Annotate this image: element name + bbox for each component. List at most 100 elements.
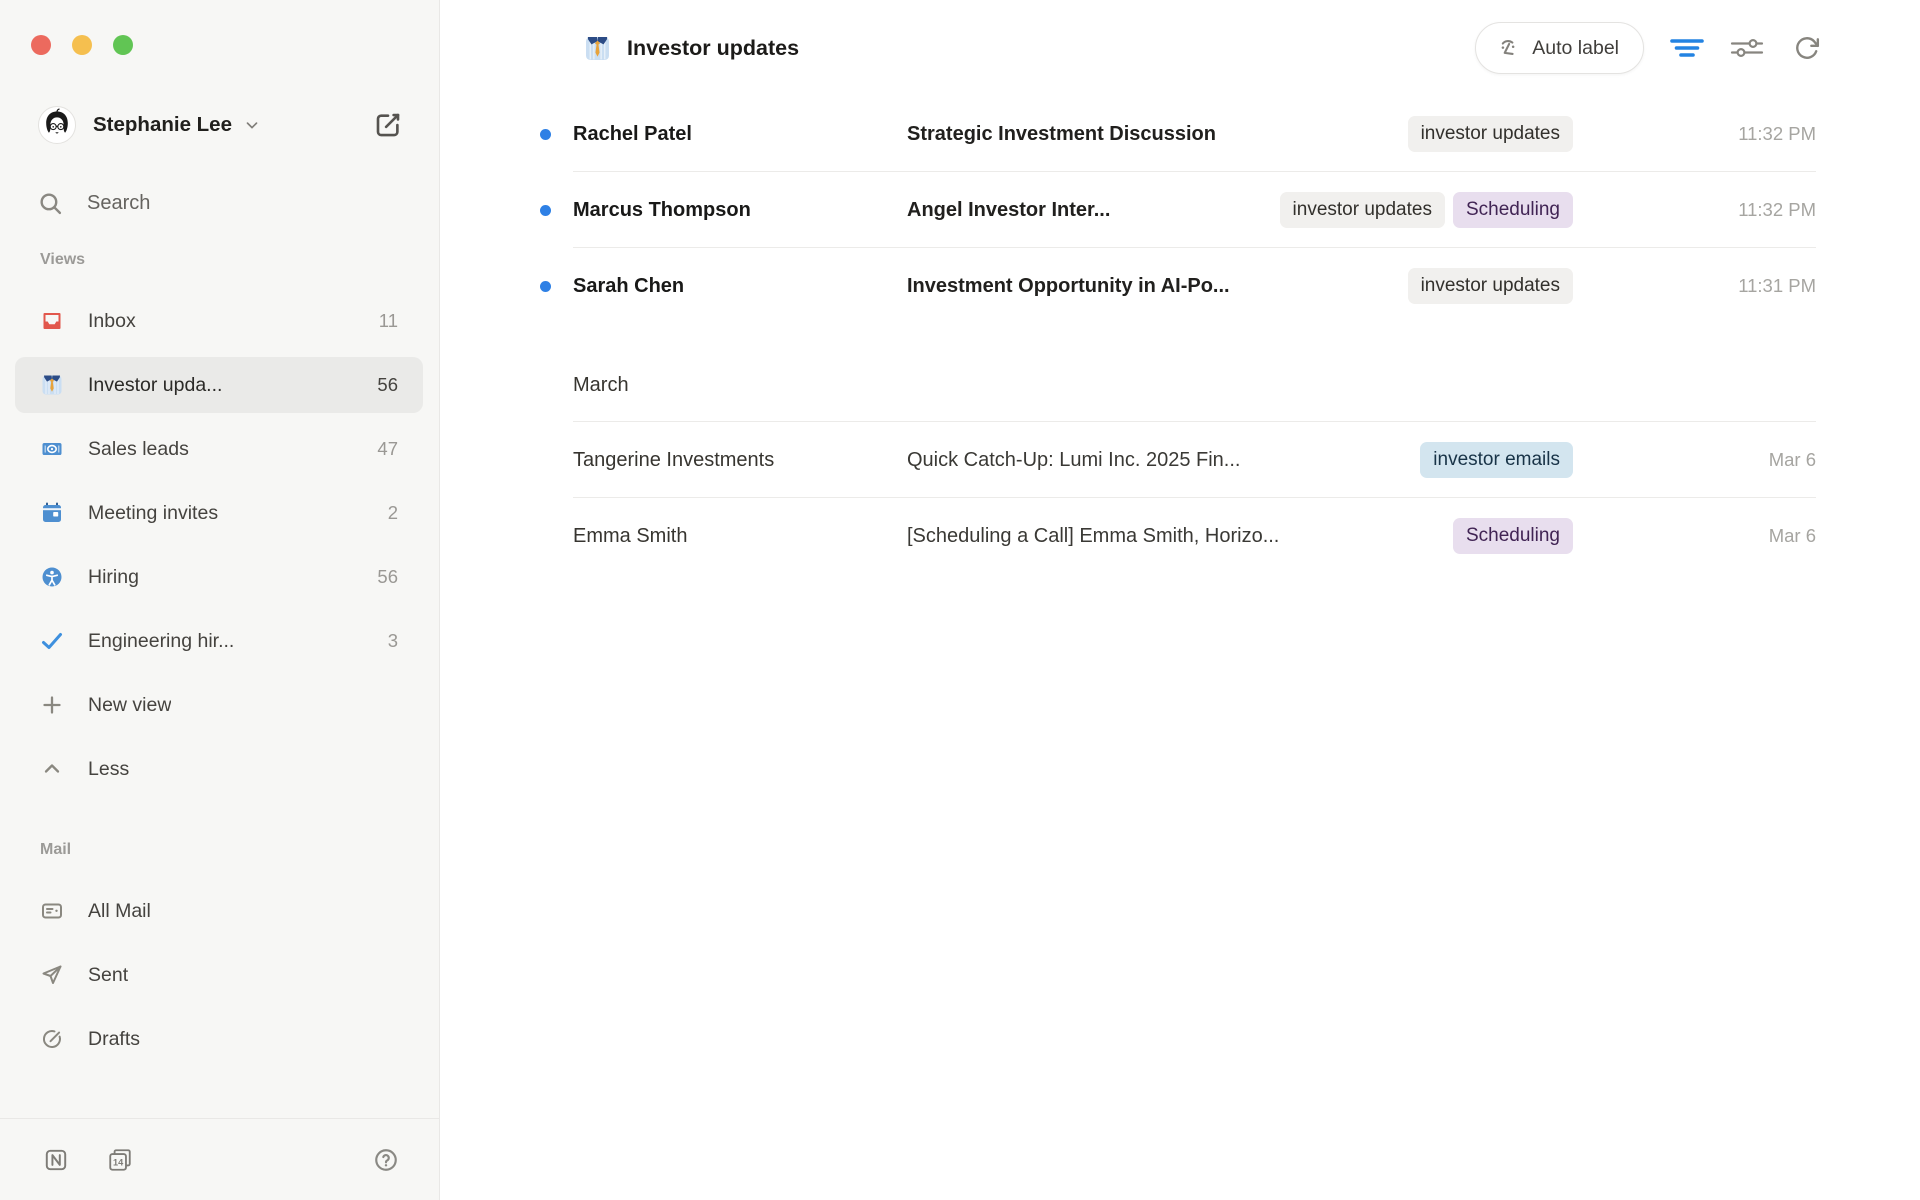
mail-list-pane: Investor updates Auto label Rachel Patel…: [440, 0, 1920, 1200]
sidebar-item-count: 2: [388, 502, 398, 524]
email-tag[interactable]: investor emails: [1420, 442, 1573, 478]
sidebar-item-label: Engineering hir...: [88, 630, 234, 653]
chevron-up-icon: [40, 757, 64, 781]
avatar: [38, 106, 76, 144]
plus-icon: [40, 693, 64, 717]
sidebar-item-label: Sent: [88, 964, 128, 987]
sidebar-item-label: Sales leads: [88, 438, 189, 461]
view-header: Investor updates Auto label: [440, 0, 1920, 96]
email-subject: [Scheduling a Call] Emma Smith, Horizo..…: [907, 525, 1453, 548]
sidebar-item-label: Inbox: [88, 310, 136, 333]
email-time: 11:31 PM: [1573, 275, 1816, 297]
sidebar: Stephanie Lee Search Views Inbox 11 Inve…: [0, 0, 440, 1200]
email-row[interactable]: Rachel Patel Strategic Investment Discus…: [440, 96, 1920, 172]
sidebar-item-less[interactable]: Less: [15, 741, 423, 797]
email-tags: Scheduling: [1453, 518, 1573, 554]
sidebar-item-engineering-hir[interactable]: Engineering hir... 3: [15, 613, 423, 669]
email-sender: Tangerine Investments: [573, 449, 907, 472]
sidebar-item-count: 11: [379, 310, 398, 332]
close-window-button[interactable]: [31, 35, 51, 55]
zoom-window-button[interactable]: [113, 35, 133, 55]
sidebar-item-sales-leads[interactable]: Sales leads 47: [15, 421, 423, 477]
sidebar-item-count: 56: [377, 566, 398, 588]
email-time: 11:32 PM: [1573, 199, 1816, 221]
sidebar-item-new-view[interactable]: New view: [15, 677, 423, 733]
date-group-label: March: [573, 374, 1816, 422]
sidebar-item-drafts[interactable]: Drafts: [15, 1011, 423, 1067]
sidebar-item-hiring[interactable]: Hiring 56: [15, 549, 423, 605]
email-tag[interactable]: investor updates: [1408, 268, 1573, 304]
sidebar-item-investor-upda[interactable]: Investor upda... 56: [15, 357, 423, 413]
necktie-icon: [40, 373, 64, 397]
auto-label-face-icon: [1495, 36, 1520, 61]
email-tags: investor emails: [1420, 442, 1573, 478]
email-row[interactable]: Marcus Thompson Angel Investor Inter... …: [440, 172, 1920, 248]
email-list: Rachel Patel Strategic Investment Discus…: [440, 96, 1920, 1200]
sidebar-item-label: All Mail: [88, 900, 151, 923]
account-switcher[interactable]: Stephanie Lee: [38, 96, 403, 154]
inbox-icon: [40, 309, 64, 333]
email-sender: Marcus Thompson: [573, 199, 907, 222]
email-subject: Angel Investor Inter...: [907, 199, 1280, 222]
email-time: Mar 6: [1573, 525, 1816, 547]
minimize-window-button[interactable]: [72, 35, 92, 55]
svg-text:14: 14: [113, 1157, 124, 1167]
email-tags: investor updatesScheduling: [1280, 192, 1573, 228]
unread-dot: [540, 281, 551, 292]
email-row[interactable]: Emma Smith [Scheduling a Call] Emma Smit…: [440, 498, 1920, 574]
sent-icon: [40, 963, 64, 987]
display-settings-button[interactable]: [1730, 34, 1764, 62]
necktie-icon: [583, 34, 612, 63]
chevron-down-icon: [243, 116, 261, 134]
all-mail-icon: [40, 899, 64, 923]
notion-logo-icon[interactable]: [43, 1147, 69, 1173]
email-subject: Quick Catch-Up: Lumi Inc. 2025 Fin...: [907, 449, 1420, 472]
sidebar-item-count: 47: [377, 438, 398, 460]
search-icon: [38, 191, 63, 216]
sidebar-item-count: 3: [388, 630, 398, 652]
email-sender: Sarah Chen: [573, 275, 907, 298]
email-subject: Investment Opportunity in AI-Po...: [907, 275, 1408, 298]
check-icon: [40, 629, 64, 653]
refresh-button[interactable]: [1790, 34, 1824, 62]
sidebar-item-inbox[interactable]: Inbox 11: [15, 293, 423, 349]
search-label: Search: [87, 192, 150, 215]
email-sender: Emma Smith: [573, 525, 907, 548]
sidebar-section-label: Views: [40, 250, 439, 270]
sidebar-item-all-mail[interactable]: All Mail: [15, 883, 423, 939]
notion-calendar-icon[interactable]: 14: [107, 1147, 133, 1173]
search-button[interactable]: Search: [38, 181, 403, 225]
sidebar-item-count: 56: [377, 374, 398, 396]
sidebar-sections: Views Inbox 11 Investor upda... 56 Sales…: [0, 250, 439, 1075]
money-icon: [40, 437, 64, 461]
email-tag[interactable]: Scheduling: [1453, 192, 1573, 228]
sidebar-item-sent[interactable]: Sent: [15, 947, 423, 1003]
email-tags: investor updates: [1408, 116, 1573, 152]
window-controls: [31, 35, 133, 55]
notion-mail-window: Stephanie Lee Search Views Inbox 11 Inve…: [0, 0, 1920, 1200]
sidebar-item-label: Hiring: [88, 566, 139, 589]
auto-label-button[interactable]: Auto label: [1475, 22, 1644, 74]
sidebar-item-label: Less: [88, 758, 129, 781]
drafts-icon: [40, 1027, 64, 1051]
email-row[interactable]: Sarah Chen Investment Opportunity in AI-…: [440, 248, 1920, 324]
email-sender: Rachel Patel: [573, 123, 907, 146]
email-tag[interactable]: investor updates: [1408, 116, 1573, 152]
filter-button[interactable]: [1670, 34, 1704, 62]
email-time: 11:32 PM: [1573, 123, 1816, 145]
unread-dot: [540, 129, 551, 140]
sidebar-footer: 14: [0, 1118, 439, 1200]
help-icon[interactable]: [373, 1147, 399, 1173]
email-tag[interactable]: Scheduling: [1453, 518, 1573, 554]
unread-dot: [540, 205, 551, 216]
email-row[interactable]: Tangerine Investments Quick Catch-Up: Lu…: [440, 422, 1920, 498]
sidebar-item-label: Meeting invites: [88, 502, 218, 525]
compose-button[interactable]: [373, 110, 403, 140]
sidebar-section-label: Mail: [40, 840, 439, 860]
calendar-icon: [40, 501, 64, 525]
email-time: Mar 6: [1573, 449, 1816, 471]
email-tag[interactable]: investor updates: [1280, 192, 1445, 228]
sidebar-item-meeting-invites[interactable]: Meeting invites 2: [15, 485, 423, 541]
view-toolbar: Auto label: [1475, 22, 1824, 74]
auto-label-text: Auto label: [1532, 37, 1619, 60]
